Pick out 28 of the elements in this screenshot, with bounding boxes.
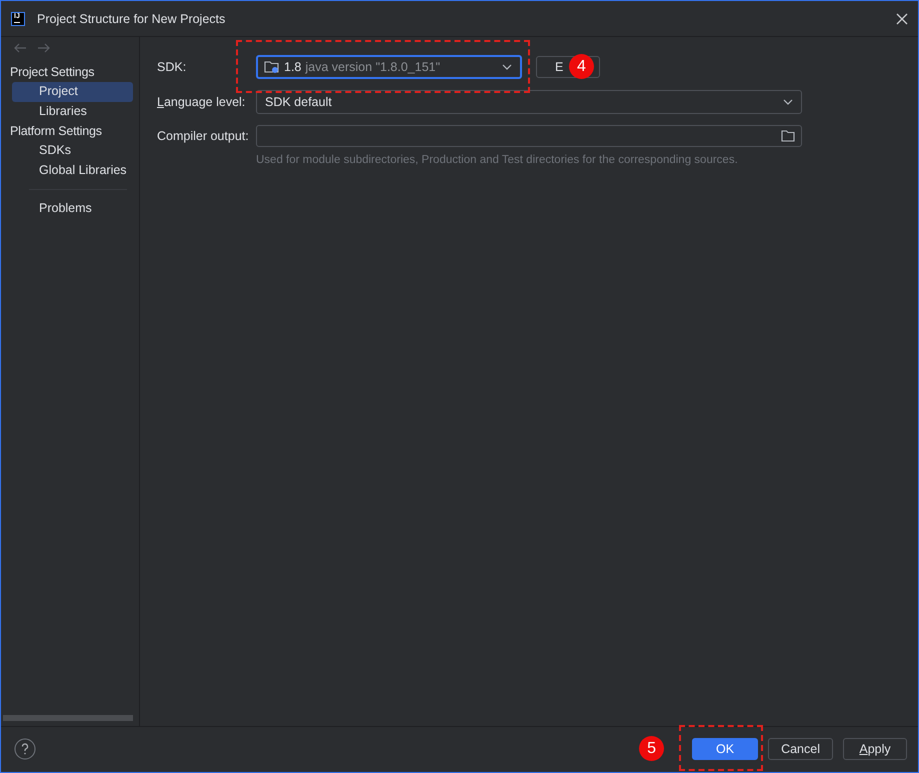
sidebar-item[interactable]: Problems bbox=[12, 199, 133, 219]
field-label: Compiler output: bbox=[157, 129, 250, 143]
window-title: Project Structure for New Projects bbox=[37, 12, 226, 26]
back-arrow-icon[interactable] bbox=[13, 43, 27, 53]
close-icon[interactable] bbox=[896, 12, 908, 24]
sidebar-item[interactable]: Project bbox=[12, 82, 133, 102]
field-label: Language level: bbox=[157, 95, 246, 109]
sidebar-item[interactable]: SDKs bbox=[12, 141, 133, 161]
step-badge: 5 bbox=[639, 736, 664, 761]
help-icon[interactable] bbox=[14, 738, 36, 760]
sidebar-item[interactable]: Libraries bbox=[12, 102, 133, 122]
cancel-button[interactable]: Cancel bbox=[768, 738, 833, 760]
scrollbar[interactable] bbox=[3, 715, 133, 721]
forward-arrow-icon[interactable] bbox=[37, 43, 51, 53]
folder-icon bbox=[264, 60, 280, 74]
ok-button[interactable]: OK bbox=[692, 738, 758, 760]
sidebar-heading: Platform Settings bbox=[9, 123, 103, 140]
sdk-dropdown[interactable]: 1.8 java version "1.8.0_151" bbox=[256, 55, 522, 79]
compiler-output-field[interactable] bbox=[256, 125, 802, 147]
chevron-down-icon bbox=[783, 99, 793, 105]
apply-button[interactable]: Apply bbox=[843, 738, 907, 760]
chevron-down-icon bbox=[502, 64, 512, 70]
language-level-dropdown[interactable]: SDK default bbox=[256, 90, 802, 114]
sidebar-item[interactable]: Global Libraries bbox=[12, 161, 133, 181]
field-label: SDK: bbox=[157, 60, 188, 74]
sidebar-heading: Project Settings bbox=[9, 64, 96, 81]
folder-icon[interactable] bbox=[781, 130, 795, 142]
hint-text: Used for module subdirectories, Production and Test directories for the corresponding sources. bbox=[256, 154, 739, 166]
